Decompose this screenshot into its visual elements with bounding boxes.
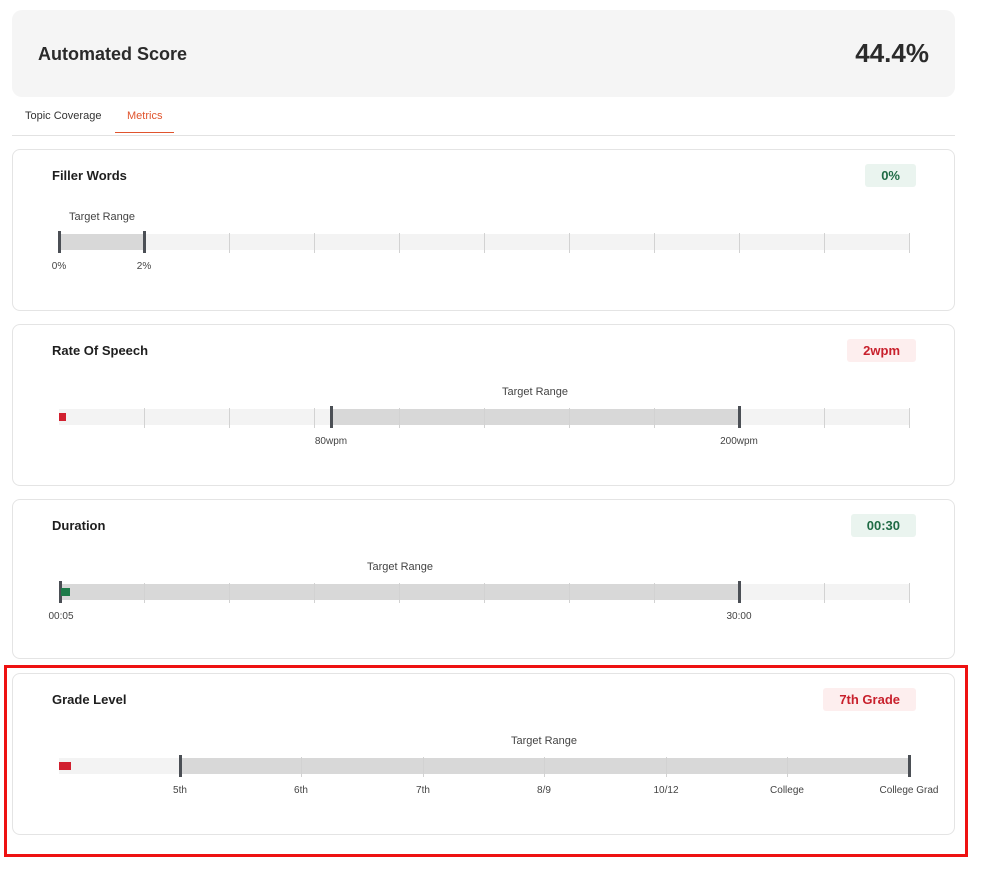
scale-tick xyxy=(824,408,825,428)
range-end-tick xyxy=(908,755,911,777)
tab-topic-coverage[interactable]: Topic Coverage xyxy=(25,110,101,132)
range-start-label: 00:05 xyxy=(48,611,74,622)
scale-tick xyxy=(399,408,400,428)
metric-value-badge: 2wpm xyxy=(847,339,916,362)
target-range-fill xyxy=(59,234,144,250)
metric-scale-track xyxy=(59,406,910,428)
scale-tick xyxy=(909,233,910,253)
metric-title: Filler Words xyxy=(52,168,127,183)
range-start-tick xyxy=(58,231,61,253)
score-title: Automated Score xyxy=(38,44,188,64)
metric-card-rate-of-speech: Rate Of Speech 2wpm Target Range 80wpm 2… xyxy=(12,324,955,486)
scale-tick xyxy=(484,233,485,253)
scale-tick xyxy=(909,408,910,428)
metric-title: Rate Of Speech xyxy=(52,343,149,358)
scale-tick xyxy=(229,408,230,428)
range-start-tick xyxy=(330,406,333,428)
metric-scale-track xyxy=(59,755,911,777)
scale-tick xyxy=(569,408,570,428)
scale-tick xyxy=(399,583,400,603)
grade-label-college: College xyxy=(770,785,804,796)
metric-value-badge: 7th Grade xyxy=(823,688,916,711)
grade-label-college-grad: College Grad xyxy=(879,785,939,796)
metric-scale-track xyxy=(59,581,910,603)
metric-card-grade-level: Grade Level 7th Grade Target Range 5th 6… xyxy=(12,673,955,835)
scale-tick xyxy=(301,757,302,777)
automated-score-card: Automated Score 44.4% xyxy=(12,10,955,97)
target-range-fill xyxy=(331,409,739,425)
scale-tick xyxy=(654,408,655,428)
scale-tick xyxy=(314,583,315,603)
target-range-label: Target Range xyxy=(68,211,136,223)
target-range-label: Target Range xyxy=(501,386,569,398)
scale-tick xyxy=(654,583,655,603)
scale-tick xyxy=(144,583,145,603)
range-start-label: 0% xyxy=(51,261,67,272)
range-end-tick xyxy=(143,231,146,253)
scale-tick xyxy=(666,757,667,777)
score-value: 44.4% xyxy=(855,38,929,68)
grade-label-6th: 6th xyxy=(294,785,308,796)
metric-card-filler-words: Filler Words 0% Target Range 0% 2% xyxy=(12,149,955,311)
metric-value-badge: 00:30 xyxy=(850,514,916,537)
grade-label-8-9: 8/9 xyxy=(537,785,551,796)
scale-tick xyxy=(569,233,570,253)
range-end-label: 2% xyxy=(136,261,152,272)
tab-bar: Topic Coverage Metrics xyxy=(12,100,955,136)
range-end-label: 200wpm xyxy=(720,436,758,447)
range-start-tick xyxy=(179,755,182,777)
scale-tick xyxy=(484,583,485,603)
scale-tick xyxy=(229,583,230,603)
scale-tick xyxy=(314,408,315,428)
scale-tick xyxy=(909,583,910,603)
grade-label-10-12: 10/12 xyxy=(653,785,679,796)
metric-value-badge: 0% xyxy=(865,164,916,187)
current-value-marker xyxy=(59,413,66,421)
scale-tick xyxy=(144,408,145,428)
scale-tick xyxy=(399,233,400,253)
current-value-marker xyxy=(61,588,70,596)
range-end-tick xyxy=(738,406,741,428)
tab-metrics[interactable]: Metrics xyxy=(115,110,175,133)
current-value-marker xyxy=(59,762,71,770)
scale-tick xyxy=(423,757,424,777)
scale-tick xyxy=(824,583,825,603)
target-range-label: Target Range xyxy=(366,561,434,573)
grade-label-5th: 5th xyxy=(173,785,187,796)
scale-tick xyxy=(824,233,825,253)
metric-title: Duration xyxy=(52,518,106,533)
range-start-label: 80wpm xyxy=(314,436,348,447)
range-end-label: 30:00 xyxy=(726,611,752,622)
scale-tick xyxy=(569,583,570,603)
metric-scale-track xyxy=(58,231,910,253)
scale-tick xyxy=(229,233,230,253)
scale-tick xyxy=(654,233,655,253)
grade-label-7th: 7th xyxy=(416,785,430,796)
range-end-tick xyxy=(738,581,741,603)
target-range-label: Target Range xyxy=(510,735,578,747)
metric-card-duration: Duration 00:30 Target Range 00:05 30:00 xyxy=(12,499,955,659)
scale-tick xyxy=(739,233,740,253)
scale-tick xyxy=(787,757,788,777)
scale-tick xyxy=(484,408,485,428)
metric-title: Grade Level xyxy=(52,692,127,707)
scale-tick xyxy=(314,233,315,253)
scale-tick xyxy=(544,757,545,777)
